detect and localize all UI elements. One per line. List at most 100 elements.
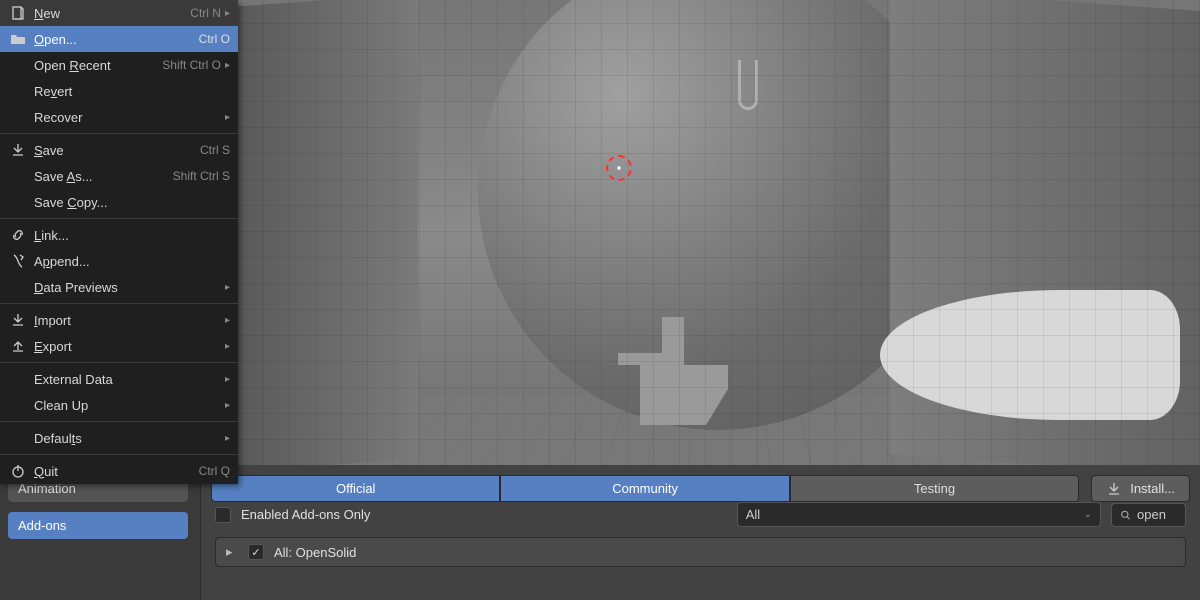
- document-new-icon: [8, 5, 28, 21]
- menu-shortcut: Ctrl N: [190, 6, 221, 20]
- menu-item-export[interactable]: Export ▸: [0, 333, 238, 359]
- search-field[interactable]: [1137, 507, 1177, 522]
- blank-icon: [8, 397, 28, 413]
- menu-label: Save: [34, 143, 200, 158]
- dropdown-value: All: [746, 507, 760, 522]
- menu-label: New: [34, 6, 190, 21]
- import-icon: [8, 312, 28, 328]
- tab-community[interactable]: Community: [500, 475, 789, 502]
- menu-item-clean-up[interactable]: Clean Up ▸: [0, 392, 238, 418]
- link-icon: [8, 227, 28, 243]
- viewport-3d[interactable]: [238, 0, 1200, 465]
- menu-item-save-as[interactable]: Save As...Shift Ctrl S: [0, 163, 238, 189]
- folder-open-icon: [8, 31, 28, 47]
- menu-item-revert[interactable]: Revert: [0, 78, 238, 104]
- menu-label: Clean Up: [34, 398, 221, 413]
- save-icon: [8, 142, 28, 158]
- menu-item-defaults[interactable]: Defaults ▸: [0, 425, 238, 451]
- blank-icon: [8, 83, 28, 99]
- menu-shortcut: Shift Ctrl O: [162, 58, 221, 72]
- addon-filter-row: Enabled Add-ons Only All ⌄: [201, 502, 1200, 537]
- preferences-panel: AnimationAdd-ons OfficialCommunityTestin…: [0, 465, 1200, 600]
- blank-icon: [8, 168, 28, 184]
- menu-item-recover[interactable]: Recover ▸: [0, 104, 238, 130]
- menu-label: Import: [34, 313, 221, 328]
- menu-label: Defaults: [34, 431, 221, 446]
- disclosure-triangle-icon[interactable]: ▸: [226, 544, 238, 560]
- cursor-3d-icon: [606, 155, 632, 181]
- menu-separator: [0, 362, 238, 363]
- menu-separator: [0, 421, 238, 422]
- submenu-arrow-icon: ▸: [225, 400, 230, 411]
- addon-category-dropdown[interactable]: All ⌄: [737, 502, 1101, 527]
- search-icon: [1120, 507, 1131, 523]
- blank-icon: [8, 371, 28, 387]
- submenu-arrow-icon: ▸: [225, 8, 230, 19]
- menu-item-external-data[interactable]: External Data ▸: [0, 366, 238, 392]
- submenu-arrow-icon: ▸: [225, 60, 230, 71]
- append-icon: [8, 253, 28, 269]
- menu-separator: [0, 303, 238, 304]
- viewport-scene: [238, 0, 1200, 465]
- addon-label: All: OpenSolid: [274, 545, 356, 560]
- menu-item-open-recent[interactable]: Open RecentShift Ctrl O ▸: [0, 52, 238, 78]
- menu-shortcut: Ctrl Q: [199, 464, 230, 478]
- menu-separator: [0, 133, 238, 134]
- sidebar-item-add-ons[interactable]: Add-ons: [8, 512, 188, 539]
- enabled-only-label: Enabled Add-ons Only: [241, 507, 370, 522]
- menu-item-append[interactable]: Append...: [0, 248, 238, 274]
- power-icon: [8, 463, 28, 479]
- file-menu: NewCtrl N▸Open...Ctrl OOpen RecentShift …: [0, 0, 238, 484]
- menu-shortcut: Shift Ctrl S: [173, 169, 230, 183]
- menu-shortcut: Ctrl S: [200, 143, 230, 157]
- submenu-arrow-icon: ▸: [225, 315, 230, 326]
- download-icon: [1106, 481, 1122, 497]
- menu-item-save-copy[interactable]: Save Copy...: [0, 189, 238, 215]
- tab-testing[interactable]: Testing: [790, 475, 1079, 502]
- addon-enable-checkbox[interactable]: [248, 544, 264, 560]
- menu-item-data-previews[interactable]: Data Previews ▸: [0, 274, 238, 300]
- addon-list-item[interactable]: ▸ All: OpenSolid: [215, 537, 1186, 567]
- menu-label: Quit: [34, 464, 199, 479]
- install-label: Install...: [1130, 481, 1175, 496]
- menu-label: Link...: [34, 228, 230, 243]
- blank-icon: [8, 57, 28, 73]
- menu-label: Save As...: [34, 169, 173, 184]
- menu-label: Open...: [34, 32, 199, 47]
- menu-separator: [0, 218, 238, 219]
- menu-item-link[interactable]: Link...: [0, 222, 238, 248]
- menu-separator: [0, 454, 238, 455]
- menu-label: External Data: [34, 372, 221, 387]
- menu-item-import[interactable]: Import ▸: [0, 307, 238, 333]
- menu-item-save[interactable]: SaveCtrl S: [0, 137, 238, 163]
- chevron-down-icon: ⌄: [1084, 509, 1092, 520]
- submenu-arrow-icon: ▸: [225, 433, 230, 444]
- addon-search-input[interactable]: [1111, 503, 1186, 527]
- blank-icon: [8, 430, 28, 446]
- menu-shortcut: Ctrl O: [199, 32, 230, 46]
- blank-icon: [8, 279, 28, 295]
- menu-label: Append...: [34, 254, 230, 269]
- tab-official[interactable]: Official: [211, 475, 500, 502]
- menu-item-open[interactable]: Open...Ctrl O: [0, 26, 238, 52]
- menu-label: Recover: [34, 110, 221, 125]
- submenu-arrow-icon: ▸: [225, 282, 230, 293]
- submenu-arrow-icon: ▸: [225, 341, 230, 352]
- menu-item-quit[interactable]: QuitCtrl Q: [0, 458, 238, 484]
- submenu-arrow-icon: ▸: [225, 374, 230, 385]
- menu-label: Save Copy...: [34, 195, 230, 210]
- blank-icon: [8, 109, 28, 125]
- menu-label: Open Recent: [34, 58, 162, 73]
- wireframe-overlay: [238, 0, 1200, 465]
- submenu-arrow-icon: ▸: [225, 112, 230, 123]
- blank-icon: [8, 194, 28, 210]
- install-button[interactable]: Install...: [1091, 475, 1190, 502]
- menu-label: Export: [34, 339, 221, 354]
- enabled-only-checkbox[interactable]: [215, 507, 231, 523]
- menu-label: Revert: [34, 84, 230, 99]
- addon-source-tabs: OfficialCommunityTesting Install...: [201, 465, 1200, 502]
- preferences-main: OfficialCommunityTesting Install... Enabl…: [200, 465, 1200, 600]
- export-icon: [8, 338, 28, 354]
- menu-label: Data Previews: [34, 280, 221, 295]
- menu-item-new[interactable]: NewCtrl N ▸: [0, 0, 238, 26]
